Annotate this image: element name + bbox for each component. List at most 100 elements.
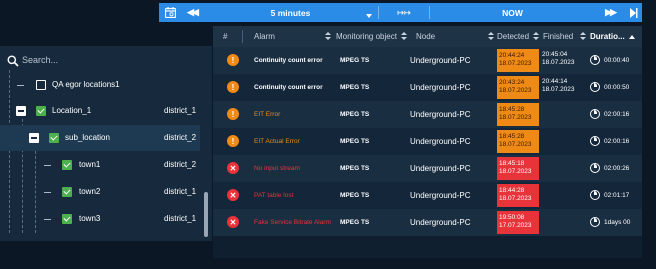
column-divider[interactable] [242,30,243,43]
node-name: Underground-PC [410,218,471,227]
column-header-alarm[interactable]: Alarm [254,26,275,47]
sort-icon[interactable] [321,26,331,47]
tree-checkbox[interactable] [49,133,59,143]
tree-item-district: district_1 [164,214,197,223]
alarm-row[interactable]: ✕ No input stream MPEG TS Underground-PC… [213,155,642,182]
column-label: Alarm [254,32,275,41]
sort-icon [400,32,407,41]
duration-value: 00:00:40 [604,57,630,64]
detected-time: 19:50:08 [499,214,525,221]
tree-item-town1[interactable]: town1 district_2 [0,152,200,178]
tree-item-label: Location_1 [52,106,92,115]
monitoring-object: MPEG TS [340,57,370,64]
duration-icon [590,55,600,65]
finished-date: 18.07.2023 [542,86,575,93]
search-bar [0,50,212,70]
calendar-icon[interactable] [159,3,181,22]
alarm-row[interactable]: ! EIT Error MPEG TS Underground-PC 18:45… [213,101,642,128]
error-icon: ✕ [227,189,239,201]
column-label: Detected [497,32,530,41]
detected-date: 18.07.2023 [499,141,532,148]
alarm-name: PAT table lost [254,192,294,199]
tree-branch [44,219,51,220]
detected-date: 17.07.2023 [499,222,532,229]
duration-icon [590,217,600,227]
collapse-toggle[interactable] [29,133,39,143]
tree-item-qa-egor-locations1[interactable]: QA egor locations1 [0,72,200,98]
now-label: NOW [502,7,523,18]
time-toolbar: ◀◀ 5 minutes ↦↦ NOW ▶▶ [159,3,642,22]
alarm-row[interactable]: ! Continuity count error MPEG TS Undergr… [213,74,642,101]
column-header-monitoring-object[interactable]: Monitoring object [336,26,407,47]
alarm-name: EIT Error [254,111,281,118]
tree-checkbox[interactable] [36,106,46,116]
tree-checkbox[interactable] [62,214,72,224]
alarm-row[interactable]: ✕ Fake Service Bitrate Alarm MPEG TS Und… [213,209,642,236]
alarm-row[interactable]: ! Continuity count error MPEG TS Undergr… [213,47,642,74]
error-icon: ✕ [227,216,239,228]
tree-checkbox[interactable] [62,187,72,197]
detected-time: 18:45:28 [499,133,525,140]
tree-item-sub-location[interactable]: sub_location district_2 [0,125,200,151]
detected-time: 18:45:18 [499,160,525,167]
column-label: Node [416,32,436,41]
tree-scrollbar[interactable] [204,192,208,237]
detected-date: 18.07.2023 [499,60,532,67]
alarm-row[interactable]: ✕ PAT table lost MPEG TS Underground-PC … [213,182,642,209]
duration-value: 1days 00 [604,219,631,226]
alarm-table: # Alarm Monitoring object Node Detected … [213,26,642,258]
column-header-num[interactable]: # [223,26,227,47]
now-button[interactable]: NOW [430,8,595,18]
monitoring-object: MPEG TS [340,165,370,172]
sort-icon[interactable] [576,26,586,47]
monitoring-object: MPEG TS [340,84,370,91]
monitoring-object: MPEG TS [340,192,370,199]
search-icon [7,54,19,67]
column-header-node[interactable]: Node [416,26,435,47]
detected-badge: 18:45:18 18.07.2023 [497,157,539,180]
detected-badge: 18:44:28 18.07.2023 [497,184,539,207]
time-span-icon[interactable]: ↦↦ [379,3,429,22]
tree-item-town2[interactable]: town2 district_1 [0,179,200,205]
collapse-toggle[interactable] [16,106,26,116]
node-name: Underground-PC [410,56,471,65]
sort-icon[interactable] [484,26,494,47]
fast-forward-icon[interactable]: ▶▶ [595,3,625,22]
table-header: # Alarm Monitoring object Node Detected … [213,26,642,47]
error-icon: ✕ [227,162,239,174]
sort-icon [533,32,540,41]
tree-item-town3[interactable]: town3 district_1 [0,206,200,232]
detected-badge: 20:43:24 18.07.2023 [497,76,539,99]
detected-date: 18.07.2023 [499,168,532,175]
duration-icon [590,163,600,173]
warning-icon: ! [227,54,239,66]
tree-item-district: district_2 [164,133,197,142]
duration-value: 02:00:26 [604,165,630,172]
duration-icon [590,82,600,92]
node-name: Underground-PC [410,83,471,92]
rewind-icon[interactable]: ◀◀ [181,3,203,22]
tree-checkbox[interactable] [36,80,46,90]
tree-item-district: district_1 [164,187,197,196]
alarm-row[interactable]: ! EIT Actual Error MPEG TS Underground-P… [213,128,642,155]
time-range-label: 5 minutes [270,7,311,18]
detected-badge: 18:45:28 18.07.2023 [497,103,539,126]
tree-checkbox[interactable] [62,160,72,170]
alarm-name: EIT Actual Error [254,138,300,145]
time-range-select[interactable]: 5 minutes [203,8,378,18]
column-header-detected[interactable]: Detected [497,26,540,47]
column-header-finished[interactable]: Finished [543,26,573,47]
tree-item-location-1[interactable]: Location_1 district_1 [0,98,200,124]
column-label: # [223,32,228,41]
tree-branch [44,165,51,166]
alarm-name: Fake Service Bitrate Alarm [254,219,331,226]
warning-icon: ! [227,81,239,93]
tree-branch [17,85,24,86]
tree-item-label: QA egor locations1 [52,80,120,89]
tree-branch [44,192,51,193]
column-header-duration[interactable]: Duratio... [590,26,635,47]
finished-time: 20:44:14 [542,78,568,85]
search-input[interactable] [22,52,202,68]
duration-value: 02:00:16 [604,138,630,145]
skip-end-icon[interactable] [625,3,641,22]
